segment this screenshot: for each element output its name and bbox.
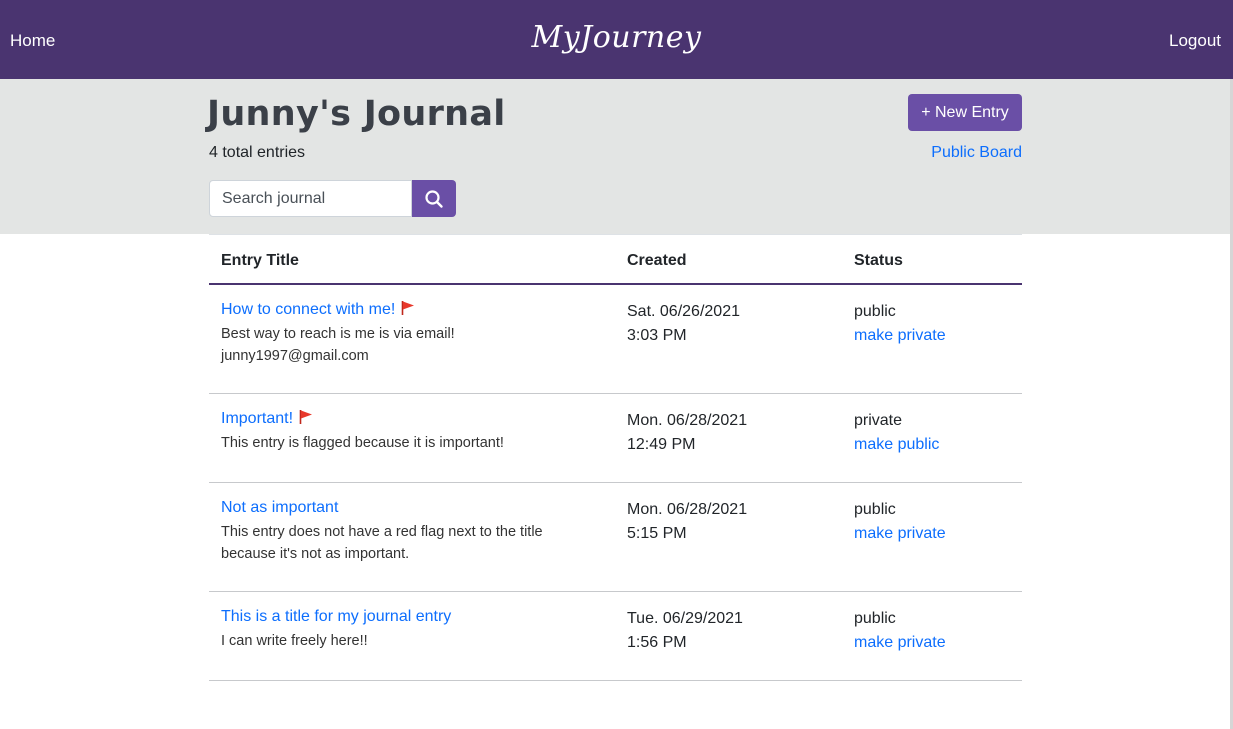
entry-date: Sat. 06/26/2021: [627, 303, 740, 320]
entry-status-cell: public make private: [854, 498, 946, 546]
column-header-status: Status: [854, 252, 903, 269]
entry-date: Mon. 06/28/2021: [627, 501, 748, 518]
entry-status: private: [854, 412, 903, 429]
nav-logout-link[interactable]: Logout: [1169, 31, 1221, 51]
public-board-link[interactable]: Public Board: [931, 143, 1022, 163]
entry-title-link[interactable]: How to connect with me!: [221, 301, 395, 318]
toggle-visibility-link[interactable]: make public: [854, 433, 939, 457]
entry-time: 12:49 PM: [627, 436, 696, 453]
toggle-visibility-link[interactable]: make private: [854, 324, 946, 348]
table-header: Entry Title Created Status: [209, 235, 1022, 285]
search-icon: [425, 189, 443, 208]
column-header-title: Entry Title: [221, 252, 299, 269]
journal-header: Junny's Journal 4 total entries + New En…: [0, 79, 1233, 234]
toggle-visibility-link[interactable]: make private: [854, 522, 946, 546]
entry-title-link[interactable]: Not as important: [221, 499, 338, 516]
page-title: Junny's Journal: [207, 94, 506, 134]
search-input[interactable]: [209, 180, 412, 217]
flag-icon: [401, 301, 415, 315]
table-row: How to connect with me! Best way to reac…: [209, 285, 1022, 394]
entry-description: This entry is flagged because it is impo…: [221, 432, 611, 454]
entry-status-cell: public make private: [854, 300, 946, 348]
entry-time: 1:56 PM: [627, 634, 687, 651]
entry-description-line: junny1997@gmail.com: [221, 348, 369, 364]
toggle-visibility-link[interactable]: make private: [854, 631, 946, 655]
brand-logo[interactable]: MyJourney: [0, 20, 1233, 56]
entry-description-line: This entry is flagged because it is impo…: [221, 435, 504, 451]
entry-title-cell: Important! This entry is flagged because…: [221, 409, 611, 454]
entry-status: public: [854, 501, 896, 518]
entry-created-cell: Tue. 06/29/2021 1:56 PM: [627, 607, 743, 655]
entry-description: I can write freely here!!: [221, 630, 611, 652]
entry-description-line: Best way to reach is me is via email!: [221, 326, 455, 342]
new-entry-button[interactable]: + New Entry: [908, 94, 1022, 131]
entry-title-cell: Not as important This entry does not hav…: [221, 498, 611, 565]
entry-date: Mon. 06/28/2021: [627, 412, 748, 429]
entry-status-cell: private make public: [854, 409, 939, 457]
entry-status: public: [854, 610, 896, 627]
column-header-created: Created: [627, 252, 687, 269]
entry-description-line: This entry does not have a red flag next…: [221, 524, 543, 540]
entry-created-cell: Mon. 06/28/2021 12:49 PM: [627, 409, 747, 457]
entry-description: Best way to reach is me is via email! ju…: [221, 323, 611, 367]
entry-title-link[interactable]: Important!: [221, 410, 293, 427]
top-navbar: Home MyJourney Logout: [0, 0, 1233, 79]
entry-description-line: because it's not as important.: [221, 546, 410, 562]
flag-icon: [299, 410, 313, 424]
entry-time: 3:03 PM: [627, 327, 687, 344]
table-row: This is a title for my journal entry I c…: [209, 592, 1022, 681]
entry-status-cell: public make private: [854, 607, 946, 655]
search-button[interactable]: [412, 180, 456, 217]
entries-table: Entry Title Created Status How to connec…: [209, 234, 1022, 681]
entry-created-cell: Mon. 06/28/2021 5:15 PM: [627, 498, 747, 546]
table-row: Important! This entry is flagged because…: [209, 394, 1022, 483]
entry-title-cell: This is a title for my journal entry I c…: [221, 607, 611, 652]
entry-count: 4 total entries: [209, 144, 306, 161]
entry-title-cell: How to connect with me! Best way to reac…: [221, 300, 611, 367]
entry-description: This entry does not have a red flag next…: [221, 521, 611, 565]
entry-status: public: [854, 303, 896, 320]
entry-time: 5:15 PM: [627, 525, 687, 542]
entry-date: Tue. 06/29/2021: [627, 610, 743, 627]
entry-title-link[interactable]: This is a title for my journal entry: [221, 608, 451, 625]
table-row: Not as important This entry does not hav…: [209, 483, 1022, 592]
entry-created-cell: Sat. 06/26/2021 3:03 PM: [627, 300, 740, 348]
entry-description-line: I can write freely here!!: [221, 633, 368, 649]
